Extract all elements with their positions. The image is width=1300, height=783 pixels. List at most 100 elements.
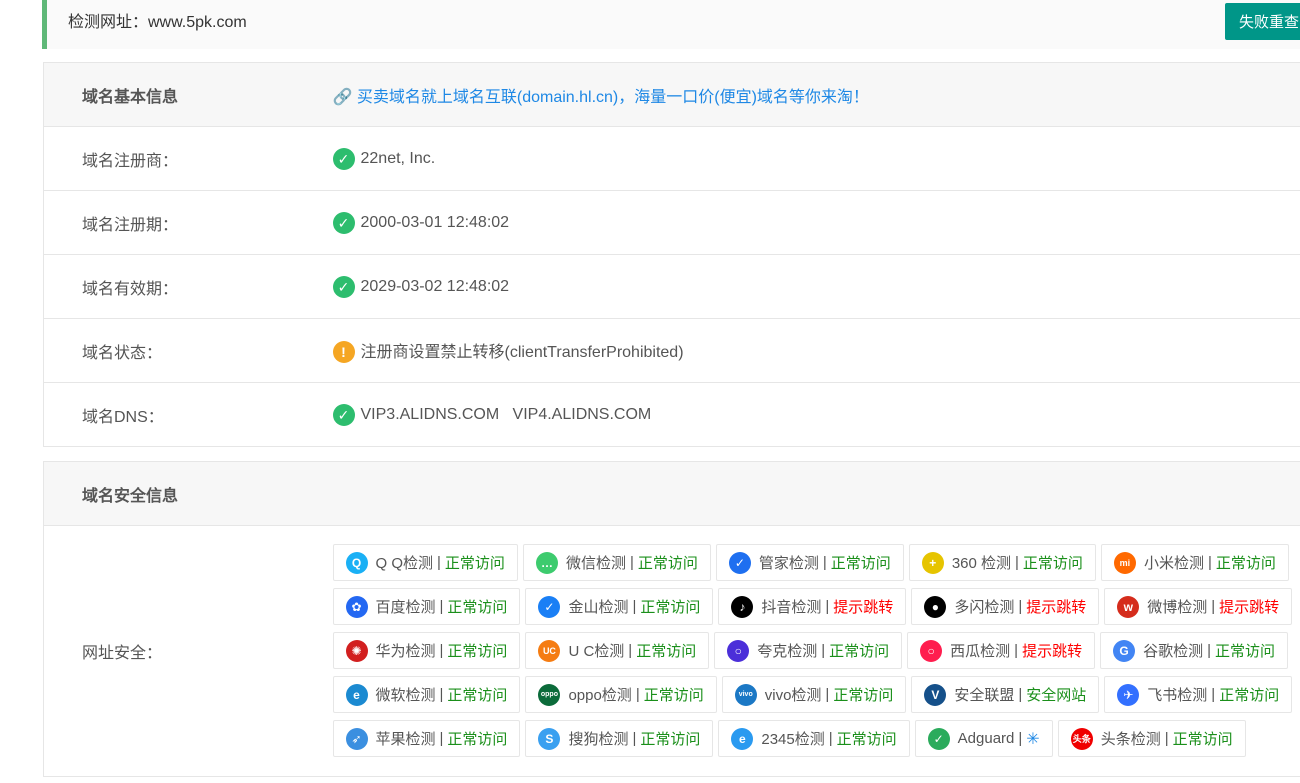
separator: | [1207,642,1211,659]
row-label: 域名有效期： [43,254,333,319]
check-badge[interactable]: ➶ 苹果检测 | 正常访问 [332,720,521,757]
check-result: 提示跳转 [1022,643,1083,660]
check-badge[interactable]: V 安全联盟 | 安全网站 [911,676,1100,713]
sogou-icon: S [538,727,561,750]
check-circle-icon: ✓ [332,403,355,426]
check-badge[interactable]: ● 多闪检测 | 提示跳转 [911,588,1100,625]
separator: | [635,686,640,703]
weibo-icon: w [1117,595,1140,618]
section-title: 域名安全信息 [43,461,333,526]
check-result: 正常访问 [444,555,505,572]
check-badge[interactable]: mi 小米检测 | 正常访问 [1100,544,1289,581]
check-name: 谷歌检测 [1143,643,1204,660]
check-name: vivo检测 [764,687,822,704]
separator: | [1015,554,1019,571]
check-badge[interactable]: vivo vivo检测 | 正常访问 [721,676,907,713]
row-label: 域名状态： [43,318,333,383]
separator: | [439,730,444,747]
check-badge[interactable]: G 谷歌检测 | 正常访问 [1100,632,1289,669]
check-badge[interactable]: … 微信检测 | 正常访问 [522,544,711,581]
check-name: 微信检测 [565,555,626,572]
check-badge[interactable]: ✺ 华为检测 | 正常访问 [332,632,521,669]
quark-icon: ○ [727,639,750,662]
check-badge[interactable]: ✈ 飞书检测 | 正常访问 [1104,676,1293,713]
check-name: 搜狗检测 [568,731,629,748]
row-label: 域名注册期： [43,190,333,255]
check-name: 苹果检测 [375,731,436,748]
check-badge[interactable]: e 微软检测 | 正常访问 [332,676,521,713]
separator: | [632,598,637,615]
check-badge[interactable]: +360 检测 | 正常访问 [908,544,1096,581]
check-result: 正常访问 [643,687,704,704]
qq-icon: Q [345,551,368,574]
row-label: 网址安全： [43,525,333,777]
check-badge[interactable]: ✓ 金山检测 | 正常访问 [525,588,714,625]
check-result: 正常访问 [640,599,701,616]
checked-url: 检测网址：www.5pk.com [68,14,247,31]
separator: | [437,554,441,571]
check-name: 2345检测 [761,731,825,748]
row-label: 域名注册商： [43,126,333,191]
google-icon: G [1113,639,1136,662]
check-badge[interactable]: UC U C检测 | 正常访问 [525,632,710,669]
check-name: 微软检测 [375,687,436,704]
check-name: 多闪检测 [954,599,1015,616]
check-name: 小米检测 [1143,555,1204,572]
check-name: 管家检测 [758,555,819,572]
xiaomi-icon: mi [1113,551,1136,574]
loading-spinner-icon: ✳ [1026,730,1040,748]
row-label: 域名DNS： [43,382,333,447]
separator: | [1211,686,1216,703]
anquanlianmeng-icon: V [924,683,947,706]
check-result: 正常访问 [447,687,508,704]
feishu-icon: ✈ [1117,683,1140,706]
check-badge[interactable]: w 微博检测 | 提示跳转 [1104,588,1293,625]
url-bar: 检测网址：www.5pk.com [42,0,1300,49]
row-value: 22net, Inc. [360,149,436,167]
check-name: 头条检测 [1100,731,1161,748]
check-badge[interactable]: ✿ 百度检测 | 正常访问 [332,588,521,625]
row-value: 注册商设置禁止转移(clientTransferProhibited) [360,343,684,361]
check-badge[interactable]: e 2345检测 | 正常访问 [718,720,910,757]
check-badge[interactable]: ✓ Adguard | ✳ [914,720,1053,757]
check-name: oppo检测 [568,687,632,704]
check-badge[interactable]: S 搜狗检测 | 正常访问 [525,720,714,757]
retry-failed-button[interactable]: 失败重查 [1225,3,1300,40]
adguard-icon: ✓ [927,727,950,750]
domain-ad-link[interactable]: 🔗 买卖域名就上域名互联(domain.hl.cn)，海量一口价(便宜)域名等你… [333,89,869,106]
warning-icon: ! [332,341,355,364]
check-badge[interactable]: Q Q Q检测 | 正常访问 [332,544,518,581]
separator: | [1018,686,1023,703]
check-badge[interactable]: ○ 夸克检测 | 正常访问 [714,632,903,669]
check-badge[interactable]: ○ 西瓜检测 | 提示跳转 [907,632,1096,669]
separator: | [632,730,637,747]
security-info-table: 域名安全信息 网址安全： QQ Q检测 | 正常访问… 微信检测 | 正常访问 ✓ 管家检测 |… [43,461,1300,777]
separator: | [629,554,634,571]
separator: | [821,642,826,659]
uc-icon: UC [538,639,561,662]
check-result: 正常访问 [833,687,894,704]
check-result: 正常访问 [447,643,508,660]
douyin-icon: ♪ [731,595,754,618]
separator: | [439,686,444,703]
check-result: 正常访问 [447,731,508,748]
oppo-icon: oppo [538,683,561,706]
check-badge[interactable]: 头条 头条检测 | 正常访问 [1057,720,1246,757]
duoshan-icon: ● [924,595,947,618]
info-row: 域名状态： ! 注册商设置禁止转移(clientTransferProhibite… [43,318,1300,383]
check-badge[interactable]: ♪ 抖音检测 | 提示跳转 [718,588,907,625]
check-name: 夸克检测 [757,643,818,660]
check-badge[interactable]: ✓ 管家检测 | 正常访问 [715,544,904,581]
check-circle-icon: ✓ [332,147,355,170]
edge-icon: e [345,683,368,706]
separator: | [1014,642,1019,659]
check-name: 西瓜检测 [950,643,1011,660]
toutiao-icon: 头条 [1070,727,1093,750]
separator: | [439,598,444,615]
separator: | [1018,598,1023,615]
check-name: 360 检测 [951,555,1012,572]
huawei-icon: ✺ [345,639,368,662]
check-list: QQ Q检测 | 正常访问… 微信检测 | 正常访问 ✓ 管家检测 | 正常访问 +360 检测 | 正… [332,526,1300,776]
check-badge[interactable]: oppo oppo检测 | 正常访问 [525,676,717,713]
separator: | [628,642,633,659]
